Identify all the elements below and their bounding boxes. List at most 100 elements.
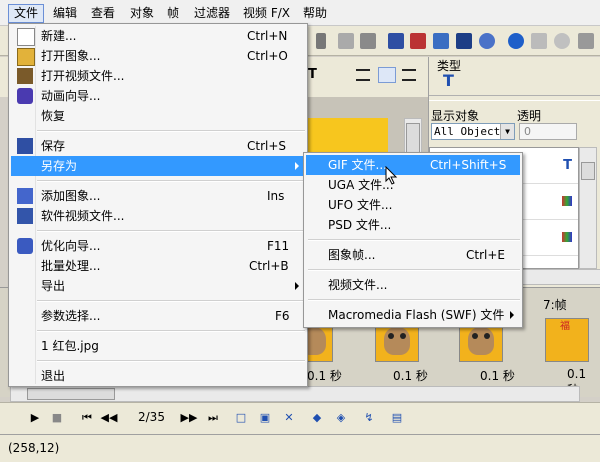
preview-icon[interactable] <box>531 33 547 49</box>
frame-effect-icon[interactable]: ◈ <box>332 410 350 426</box>
display-objects-select[interactable]: All Objects ▼ <box>431 123 515 140</box>
save-as-submenu: GIF 文件... Ctrl+Shift+S UGA 文件... UFO 文件.… <box>303 152 523 328</box>
menu-item-preferences[interactable]: 参数选择... F6 <box>11 306 305 326</box>
menu-item-export[interactable]: 导出 <box>11 276 305 296</box>
chevron-down-icon[interactable]: ▼ <box>500 124 514 139</box>
menu-item-recent-file[interactable]: 1 红包.jpg <box>11 336 305 356</box>
menu-frame[interactable]: 帧 <box>162 5 184 22</box>
crop-icon[interactable] <box>456 33 472 49</box>
menu-item-add-image[interactable]: 添加图象... Ins <box>11 186 305 206</box>
frame-counter: 2/35 <box>138 410 165 424</box>
submenu-arrow-icon <box>510 311 514 319</box>
display-objects-label: 显示对象 <box>431 109 480 123</box>
menu-item-uga-file[interactable]: UGA 文件... <box>306 175 520 195</box>
image-props-icon[interactable] <box>433 33 449 49</box>
align-left-icon[interactable] <box>356 69 370 81</box>
cut-icon[interactable] <box>316 33 326 49</box>
menu-item-exit[interactable]: 退出 <box>11 366 305 386</box>
menu-separator <box>37 180 305 182</box>
open-image-icon <box>17 48 35 66</box>
frames-hscroll[interactable] <box>10 386 580 402</box>
menu-separator <box>308 269 520 271</box>
menu-video-fx[interactable]: 视频 F/X <box>238 5 295 22</box>
type-text-icon[interactable]: T <box>443 71 454 90</box>
menu-view[interactable]: 查看 <box>86 5 120 22</box>
open-video-icon <box>17 68 33 84</box>
frame-delete-icon[interactable] <box>410 33 426 49</box>
status-bar: (258,12) <box>0 434 600 462</box>
menu-item-open-video[interactable]: 打开视频文件... <box>11 66 305 86</box>
menu-help[interactable]: 帮助 <box>298 5 332 22</box>
menu-item-revert[interactable]: 恢复 <box>11 106 305 126</box>
menu-item-psd-file[interactable]: PSD 文件... <box>306 215 520 235</box>
export-frames-icon[interactable]: ▤ <box>388 410 406 426</box>
optimize-icon <box>17 238 33 254</box>
transparent-spinner[interactable]: 0 <box>519 123 577 140</box>
frame-text: 福 <box>560 321 570 332</box>
last-frame-icon[interactable]: ⏭ <box>204 410 222 426</box>
globe-icon[interactable] <box>479 33 495 49</box>
menu-item-new[interactable]: 新建... Ctrl+N <box>11 26 305 46</box>
menu-separator <box>308 299 520 301</box>
menu-separator <box>308 239 520 241</box>
display-objects-value: All Objects <box>434 125 507 138</box>
frame-duration[interactable]: 0.1 秒 <box>393 367 428 384</box>
mouse-cursor-icon <box>385 166 398 185</box>
more-icon[interactable] <box>578 33 594 49</box>
menu-item-swf-file[interactable]: Macromedia Flash (SWF) 文件 <box>306 305 520 325</box>
submenu-arrow-icon <box>295 162 299 170</box>
copy-icon[interactable] <box>338 33 354 49</box>
scroll-thumb[interactable] <box>581 162 595 180</box>
menu-item-ufo-file[interactable]: UFO 文件... <box>306 195 520 215</box>
menu-item-open-image[interactable]: 打开图象... Ctrl+O <box>11 46 305 66</box>
align-right-icon[interactable] <box>402 69 416 81</box>
transition-icon[interactable]: ↯ <box>360 410 378 426</box>
scroll-thumb[interactable] <box>27 388 115 400</box>
menu-object[interactable]: 对象 <box>125 5 159 22</box>
text-object-icon: T <box>563 158 572 173</box>
align-center-icon[interactable] <box>378 67 396 83</box>
menu-item-video-file[interactable]: 软件视频文件... <box>11 206 305 226</box>
menu-item-batch[interactable]: 批量处理... Ctrl+B <box>11 256 305 276</box>
delete-frame-icon[interactable]: ✕ <box>280 410 298 426</box>
menu-item-gif-file[interactable]: GIF 文件... Ctrl+Shift+S <box>306 155 520 175</box>
menu-item-save-as[interactable]: 另存为 <box>11 156 305 176</box>
transparent-value: 0 <box>524 125 531 138</box>
browser-icon[interactable] <box>508 33 524 49</box>
menu-item-save[interactable]: 保存 Ctrl+S <box>11 136 305 156</box>
menu-item-animation-wizard[interactable]: 动画向导... <box>11 86 305 106</box>
frame-props-icon[interactable]: ◆ <box>308 410 326 426</box>
frame-duration[interactable]: 0.1 秒 <box>307 367 342 384</box>
menu-edit[interactable]: 编辑 <box>48 5 82 22</box>
menu-item-optimize-wizard[interactable]: 优化向导... F11 <box>11 236 305 256</box>
menu-separator <box>37 360 305 362</box>
panel-splitter[interactable] <box>429 95 600 101</box>
submenu-arrow-icon <box>295 282 299 290</box>
transparent-label: 透明 <box>517 109 542 123</box>
frame-duration[interactable]: 0.1 秒 <box>480 367 515 384</box>
wand-icon <box>17 88 33 104</box>
menu-filter[interactable]: 过滤器 <box>189 5 235 22</box>
scroll-thumb[interactable] <box>406 123 420 153</box>
duplicate-frame-icon[interactable]: ▣ <box>256 410 274 426</box>
menu-item-image-frames[interactable]: 图象帧... Ctrl+E <box>306 245 520 265</box>
object-list-scrollbar[interactable] <box>579 147 597 269</box>
save-icon <box>17 138 33 154</box>
help-icon[interactable] <box>554 33 570 49</box>
menu-item-video-file-saveas[interactable]: 视频文件... <box>306 275 520 295</box>
menu-separator <box>37 230 305 232</box>
paste-icon[interactable] <box>360 33 376 49</box>
first-frame-icon[interactable]: ⏮ <box>78 410 96 426</box>
text-tool-icon[interactable]: T <box>308 68 320 81</box>
image-icon[interactable] <box>388 33 404 49</box>
next-frame-icon[interactable]: ▶▶ <box>180 410 198 426</box>
stop-icon[interactable]: ■ <box>48 410 66 426</box>
menu-separator <box>37 300 305 302</box>
new-file-icon <box>17 28 35 46</box>
insert-frame-icon[interactable]: □ <box>232 410 250 426</box>
frame-thumbnail[interactable]: 福 <box>545 318 589 362</box>
image-object-icon <box>562 196 572 206</box>
play-icon[interactable]: ▶ <box>26 410 44 426</box>
menu-file[interactable]: 文件 <box>8 4 45 23</box>
prev-frame-icon[interactable]: ◀◀ <box>100 410 118 426</box>
